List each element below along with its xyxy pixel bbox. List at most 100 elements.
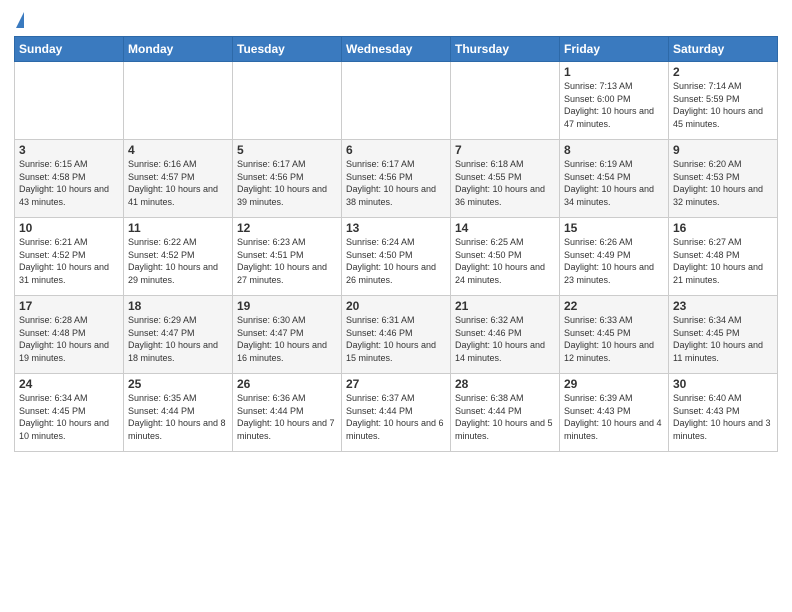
day-number: 13	[346, 221, 446, 235]
day-number: 18	[128, 299, 228, 313]
calendar-cell: 21Sunrise: 6:32 AMSunset: 4:46 PMDayligh…	[451, 296, 560, 374]
weekday-header-monday: Monday	[124, 37, 233, 62]
day-number: 29	[564, 377, 664, 391]
day-number: 21	[455, 299, 555, 313]
calendar-week-4: 17Sunrise: 6:28 AMSunset: 4:48 PMDayligh…	[15, 296, 778, 374]
day-info: Sunrise: 6:25 AMSunset: 4:50 PMDaylight:…	[455, 236, 555, 286]
day-info: Sunrise: 6:39 AMSunset: 4:43 PMDaylight:…	[564, 392, 664, 442]
day-info: Sunrise: 6:16 AMSunset: 4:57 PMDaylight:…	[128, 158, 228, 208]
day-number: 25	[128, 377, 228, 391]
calendar-cell: 29Sunrise: 6:39 AMSunset: 4:43 PMDayligh…	[560, 374, 669, 452]
day-info: Sunrise: 6:31 AMSunset: 4:46 PMDaylight:…	[346, 314, 446, 364]
day-number: 27	[346, 377, 446, 391]
day-info: Sunrise: 7:13 AMSunset: 6:00 PMDaylight:…	[564, 80, 664, 130]
calendar-cell: 17Sunrise: 6:28 AMSunset: 4:48 PMDayligh…	[15, 296, 124, 374]
day-number: 9	[673, 143, 773, 157]
day-info: Sunrise: 7:14 AMSunset: 5:59 PMDaylight:…	[673, 80, 773, 130]
calendar-cell: 19Sunrise: 6:30 AMSunset: 4:47 PMDayligh…	[233, 296, 342, 374]
day-info: Sunrise: 6:19 AMSunset: 4:54 PMDaylight:…	[564, 158, 664, 208]
calendar-table: SundayMondayTuesdayWednesdayThursdayFrid…	[14, 36, 778, 452]
day-number: 8	[564, 143, 664, 157]
weekday-header-thursday: Thursday	[451, 37, 560, 62]
day-info: Sunrise: 6:22 AMSunset: 4:52 PMDaylight:…	[128, 236, 228, 286]
day-number: 30	[673, 377, 773, 391]
day-number: 5	[237, 143, 337, 157]
calendar-cell: 24Sunrise: 6:34 AMSunset: 4:45 PMDayligh…	[15, 374, 124, 452]
day-info: Sunrise: 6:35 AMSunset: 4:44 PMDaylight:…	[128, 392, 228, 442]
day-info: Sunrise: 6:17 AMSunset: 4:56 PMDaylight:…	[237, 158, 337, 208]
header	[14, 10, 778, 28]
calendar-cell: 11Sunrise: 6:22 AMSunset: 4:52 PMDayligh…	[124, 218, 233, 296]
calendar-cell: 10Sunrise: 6:21 AMSunset: 4:52 PMDayligh…	[15, 218, 124, 296]
calendar-cell: 4Sunrise: 6:16 AMSunset: 4:57 PMDaylight…	[124, 140, 233, 218]
weekday-header-tuesday: Tuesday	[233, 37, 342, 62]
calendar-cell	[342, 62, 451, 140]
weekday-header-sunday: Sunday	[15, 37, 124, 62]
day-info: Sunrise: 6:15 AMSunset: 4:58 PMDaylight:…	[19, 158, 119, 208]
day-number: 26	[237, 377, 337, 391]
day-number: 22	[564, 299, 664, 313]
calendar-cell	[124, 62, 233, 140]
day-number: 23	[673, 299, 773, 313]
day-info: Sunrise: 6:37 AMSunset: 4:44 PMDaylight:…	[346, 392, 446, 442]
day-number: 1	[564, 65, 664, 79]
calendar-week-1: 1Sunrise: 7:13 AMSunset: 6:00 PMDaylight…	[15, 62, 778, 140]
logo-triangle-icon	[16, 12, 24, 28]
calendar-cell: 18Sunrise: 6:29 AMSunset: 4:47 PMDayligh…	[124, 296, 233, 374]
day-info: Sunrise: 6:34 AMSunset: 4:45 PMDaylight:…	[673, 314, 773, 364]
calendar-cell	[451, 62, 560, 140]
day-number: 19	[237, 299, 337, 313]
weekday-header-friday: Friday	[560, 37, 669, 62]
day-info: Sunrise: 6:17 AMSunset: 4:56 PMDaylight:…	[346, 158, 446, 208]
calendar-cell: 8Sunrise: 6:19 AMSunset: 4:54 PMDaylight…	[560, 140, 669, 218]
calendar-cell: 7Sunrise: 6:18 AMSunset: 4:55 PMDaylight…	[451, 140, 560, 218]
calendar-cell: 15Sunrise: 6:26 AMSunset: 4:49 PMDayligh…	[560, 218, 669, 296]
calendar-cell: 22Sunrise: 6:33 AMSunset: 4:45 PMDayligh…	[560, 296, 669, 374]
calendar-cell: 25Sunrise: 6:35 AMSunset: 4:44 PMDayligh…	[124, 374, 233, 452]
day-info: Sunrise: 6:38 AMSunset: 4:44 PMDaylight:…	[455, 392, 555, 442]
calendar-cell	[233, 62, 342, 140]
day-number: 17	[19, 299, 119, 313]
calendar-cell: 3Sunrise: 6:15 AMSunset: 4:58 PMDaylight…	[15, 140, 124, 218]
day-number: 14	[455, 221, 555, 235]
calendar-cell: 26Sunrise: 6:36 AMSunset: 4:44 PMDayligh…	[233, 374, 342, 452]
calendar-cell: 2Sunrise: 7:14 AMSunset: 5:59 PMDaylight…	[669, 62, 778, 140]
day-info: Sunrise: 6:18 AMSunset: 4:55 PMDaylight:…	[455, 158, 555, 208]
day-number: 24	[19, 377, 119, 391]
day-info: Sunrise: 6:30 AMSunset: 4:47 PMDaylight:…	[237, 314, 337, 364]
day-number: 4	[128, 143, 228, 157]
calendar-cell: 28Sunrise: 6:38 AMSunset: 4:44 PMDayligh…	[451, 374, 560, 452]
calendar-cell: 23Sunrise: 6:34 AMSunset: 4:45 PMDayligh…	[669, 296, 778, 374]
day-number: 10	[19, 221, 119, 235]
page: SundayMondayTuesdayWednesdayThursdayFrid…	[0, 0, 792, 612]
day-number: 11	[128, 221, 228, 235]
day-number: 28	[455, 377, 555, 391]
calendar-cell: 6Sunrise: 6:17 AMSunset: 4:56 PMDaylight…	[342, 140, 451, 218]
day-number: 16	[673, 221, 773, 235]
calendar-cell: 1Sunrise: 7:13 AMSunset: 6:00 PMDaylight…	[560, 62, 669, 140]
day-info: Sunrise: 6:40 AMSunset: 4:43 PMDaylight:…	[673, 392, 773, 442]
calendar-cell: 27Sunrise: 6:37 AMSunset: 4:44 PMDayligh…	[342, 374, 451, 452]
weekday-header-wednesday: Wednesday	[342, 37, 451, 62]
day-info: Sunrise: 6:29 AMSunset: 4:47 PMDaylight:…	[128, 314, 228, 364]
calendar-cell: 5Sunrise: 6:17 AMSunset: 4:56 PMDaylight…	[233, 140, 342, 218]
day-info: Sunrise: 6:32 AMSunset: 4:46 PMDaylight:…	[455, 314, 555, 364]
day-info: Sunrise: 6:24 AMSunset: 4:50 PMDaylight:…	[346, 236, 446, 286]
day-number: 15	[564, 221, 664, 235]
calendar-cell: 16Sunrise: 6:27 AMSunset: 4:48 PMDayligh…	[669, 218, 778, 296]
logo	[14, 14, 24, 28]
day-info: Sunrise: 6:33 AMSunset: 4:45 PMDaylight:…	[564, 314, 664, 364]
day-number: 20	[346, 299, 446, 313]
day-number: 12	[237, 221, 337, 235]
day-info: Sunrise: 6:28 AMSunset: 4:48 PMDaylight:…	[19, 314, 119, 364]
calendar-cell: 30Sunrise: 6:40 AMSunset: 4:43 PMDayligh…	[669, 374, 778, 452]
day-info: Sunrise: 6:34 AMSunset: 4:45 PMDaylight:…	[19, 392, 119, 442]
calendar-cell: 13Sunrise: 6:24 AMSunset: 4:50 PMDayligh…	[342, 218, 451, 296]
weekday-header-saturday: Saturday	[669, 37, 778, 62]
weekday-header-row: SundayMondayTuesdayWednesdayThursdayFrid…	[15, 37, 778, 62]
day-info: Sunrise: 6:20 AMSunset: 4:53 PMDaylight:…	[673, 158, 773, 208]
day-number: 6	[346, 143, 446, 157]
day-number: 7	[455, 143, 555, 157]
day-info: Sunrise: 6:26 AMSunset: 4:49 PMDaylight:…	[564, 236, 664, 286]
day-info: Sunrise: 6:23 AMSunset: 4:51 PMDaylight:…	[237, 236, 337, 286]
